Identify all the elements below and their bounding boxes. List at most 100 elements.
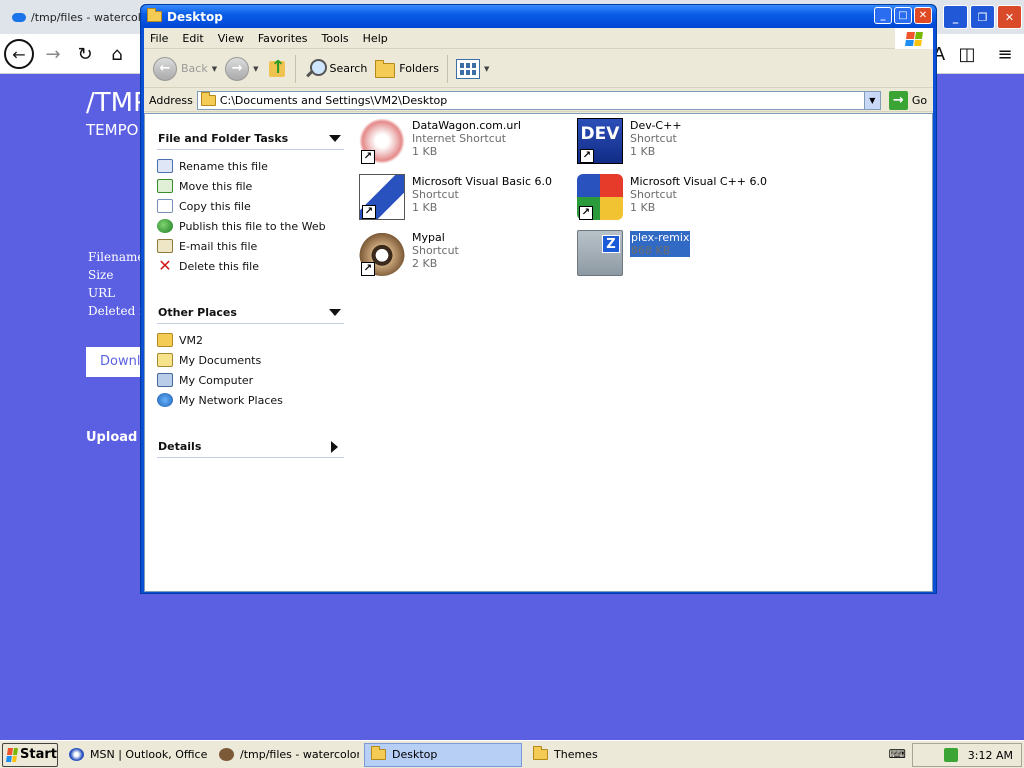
place-my-documents[interactable]: My Documents xyxy=(157,350,344,370)
maximize-button[interactable]: □ xyxy=(894,7,912,24)
cloud-upload-icon xyxy=(12,12,26,22)
file-item-vcpp[interactable]: ↗ Microsoft Visual C++ 6.0 Shortcut 1 KB xyxy=(577,174,787,226)
menu-help[interactable]: Help xyxy=(363,32,388,45)
file-size: 1 KB xyxy=(412,201,438,214)
reload-icon[interactable]: ↻ xyxy=(70,39,100,69)
vb6-icon: ↗ xyxy=(359,174,405,220)
collapse-arrow-icon xyxy=(329,309,341,316)
download-button[interactable]: Downlo xyxy=(86,347,146,377)
browser-window-controls: _ ❐ ✕ xyxy=(943,0,1024,34)
address-label: Address xyxy=(149,93,193,107)
my-documents-icon xyxy=(157,353,173,367)
folder-icon xyxy=(200,91,216,106)
search-button[interactable]: Search xyxy=(300,54,372,84)
file-folder-tasks-header[interactable]: File and Folder Tasks xyxy=(157,128,344,150)
up-button[interactable] xyxy=(263,54,291,84)
menu-file[interactable]: File xyxy=(150,32,168,45)
place-my-network[interactable]: My Network Places xyxy=(157,390,344,410)
file-item-devcpp[interactable]: DEV ↗ Dev-C++ Shortcut 1 KB xyxy=(577,118,787,170)
back-button[interactable]: ← Back ▼ xyxy=(149,54,221,84)
other-places-header[interactable]: Other Places xyxy=(157,302,344,324)
browser-minimize-button[interactable]: _ xyxy=(943,5,968,29)
minimize-button[interactable]: _ xyxy=(874,7,892,24)
file-item-plex-remix[interactable]: Z plex-remix 868 KB xyxy=(577,230,787,282)
clock[interactable]: 3:12 AM xyxy=(968,749,1013,762)
folders-button[interactable]: Folders xyxy=(371,54,443,84)
meta-filename-label: Filename xyxy=(88,250,145,264)
forward-button[interactable]: → ▼ xyxy=(221,54,262,84)
windows-logo-icon xyxy=(6,747,18,762)
shortcut-arrow-icon: ↗ xyxy=(361,150,375,164)
back-arrow-icon: ← xyxy=(153,56,177,81)
standard-toolbar: ← Back ▼ → ▼ Search Folders xyxy=(144,50,933,88)
shortcut-arrow-icon: ↗ xyxy=(579,206,593,220)
task-rename-file[interactable]: Rename this file xyxy=(157,156,344,176)
start-button[interactable]: Start xyxy=(2,742,58,767)
search-icon xyxy=(304,58,327,80)
file-item-vb6[interactable]: ↗ Microsoft Visual Basic 6.0 Shortcut 1 … xyxy=(359,174,569,226)
shortcut-arrow-icon: ↗ xyxy=(361,262,375,276)
back-arrow-icon[interactable]: ← xyxy=(4,39,34,69)
windows-logo-icon xyxy=(895,28,933,49)
views-button[interactable]: ▼ xyxy=(452,54,493,84)
copy-icon xyxy=(157,199,173,213)
folders-icon xyxy=(375,59,396,78)
file-type: Shortcut xyxy=(412,188,459,201)
details-panel: Details xyxy=(157,436,344,458)
menu-bar: File Edit View Favorites Tools Help xyxy=(144,28,933,49)
devcpp-icon: DEV ↗ xyxy=(577,118,623,164)
task-themes[interactable]: Themes xyxy=(526,743,676,767)
menu-view[interactable]: View xyxy=(218,32,244,45)
file-item-datawagon[interactable]: ↗ DataWagon.com.url Internet Shortcut 1 … xyxy=(359,118,569,170)
file-name: Microsoft Visual C++ 6.0 xyxy=(630,175,767,188)
explorer-window: Desktop _ □ ✕ File Edit View Favorites T… xyxy=(140,4,937,594)
file-size: 1 KB xyxy=(630,201,656,214)
safely-remove-icon[interactable] xyxy=(943,748,958,762)
file-item-mypal[interactable]: ↗ Mypal Shortcut 2 KB xyxy=(359,230,569,282)
meta-url-label: URL xyxy=(88,286,116,300)
task-move-file[interactable]: Move this file xyxy=(157,176,344,196)
sidebar-toggle-icon[interactable]: ◫ xyxy=(952,39,982,69)
forward-arrow-icon[interactable]: → xyxy=(38,39,68,69)
file-size: 1 KB xyxy=(630,145,656,158)
vcpp-icon: ↗ xyxy=(577,174,623,220)
task-desktop[interactable]: Desktop xyxy=(364,742,522,767)
browser-close-button[interactable]: ✕ xyxy=(997,5,1022,29)
keyboard-icon[interactable]: ⌨ xyxy=(889,747,906,761)
go-button[interactable]: → Go xyxy=(888,90,928,110)
chevron-down-icon: ▼ xyxy=(211,64,218,73)
upload-link[interactable]: Upload xyxy=(86,430,137,445)
details-header[interactable]: Details xyxy=(157,436,344,458)
browser-tab[interactable]: /tmp/files - watercolorf xyxy=(4,4,140,30)
file-name: Microsoft Visual Basic 6.0 xyxy=(412,175,553,188)
system-tray: 3:12 AM xyxy=(912,743,1022,767)
place-vm2[interactable]: VM2 xyxy=(157,330,344,350)
delete-x-icon: ✕ xyxy=(158,256,172,275)
search-label: Search xyxy=(329,62,368,75)
menu-hamburger-icon[interactable]: ≡ xyxy=(990,39,1020,69)
folder-icon xyxy=(157,333,173,347)
go-label: Go xyxy=(911,93,928,107)
task-delete-file[interactable]: ✕ Delete this file xyxy=(157,256,344,276)
address-input[interactable]: C:\Documents and Settings\VM2\Desktop ▼ xyxy=(196,90,881,110)
menu-favorites[interactable]: Favorites xyxy=(258,32,308,45)
home-icon[interactable]: ⌂ xyxy=(102,39,132,69)
mypal-icon: ↗ xyxy=(359,230,405,276)
task-msn[interactable]: MSN | Outlook, Office,... xyxy=(62,743,208,767)
task-copy-file[interactable]: Copy this file xyxy=(157,196,344,216)
menu-tools[interactable]: Tools xyxy=(322,32,349,45)
folder-icon xyxy=(147,8,162,22)
browser-restore-button[interactable]: ❐ xyxy=(970,5,995,29)
file-size: 2 KB xyxy=(412,257,438,270)
task-publish-web[interactable]: Publish this file to the Web xyxy=(157,216,344,236)
file-size: 1 KB xyxy=(412,145,438,158)
close-button[interactable]: ✕ xyxy=(914,7,932,24)
explorer-title: Desktop xyxy=(167,9,223,24)
task-email-file[interactable]: E-mail this file xyxy=(157,236,344,256)
task-tmp-files[interactable]: /tmp/files - watercolor... xyxy=(212,743,360,767)
chevron-down-icon[interactable]: ▼ xyxy=(863,91,880,109)
place-my-computer[interactable]: My Computer xyxy=(157,370,344,390)
menu-edit[interactable]: Edit xyxy=(182,32,203,45)
explorer-titlebar[interactable]: Desktop _ □ ✕ xyxy=(141,5,936,28)
explorer-body: File Edit View Favorites Tools Help ← Ba… xyxy=(144,28,933,592)
